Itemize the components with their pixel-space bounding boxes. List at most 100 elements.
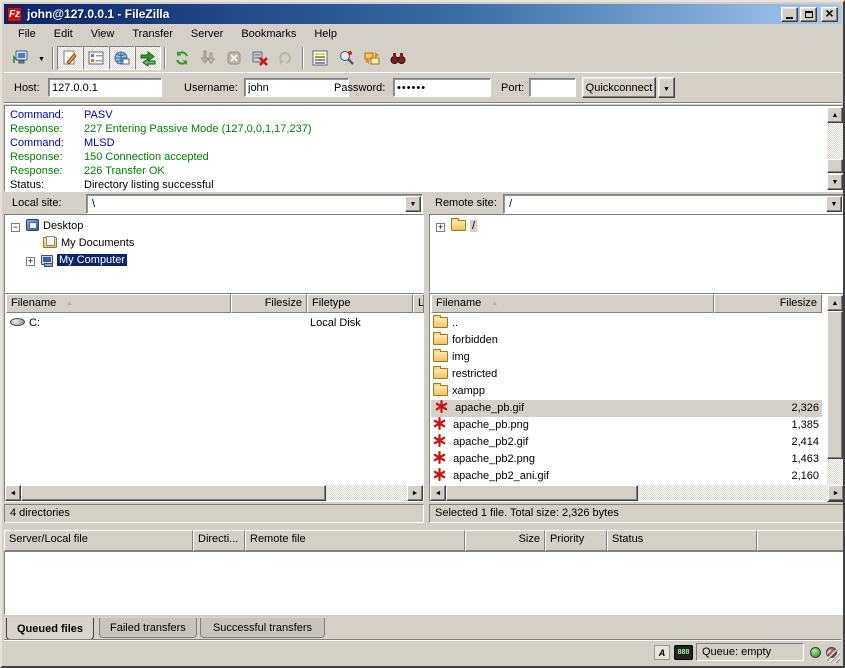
directory-comparison-button[interactable] (307, 46, 333, 70)
tree-item-my-documents[interactable]: My Documents (41, 235, 134, 252)
file-row[interactable]: forbidden (431, 332, 822, 349)
tree-item-desktop[interactable]: −Desktop (11, 218, 83, 235)
file-row[interactable]: restricted (431, 366, 822, 383)
reconnect-button[interactable] (273, 46, 299, 70)
disconnect-button[interactable] (247, 46, 273, 70)
scrollbar-track[interactable] (326, 485, 407, 501)
password-input[interactable] (393, 78, 491, 97)
scroll-up-button[interactable] (827, 295, 843, 311)
scrollbar-track[interactable] (827, 459, 843, 486)
menu-server[interactable]: Server (183, 26, 231, 42)
remote-status-text: Selected 1 file. Total size: 2,326 bytes (429, 504, 845, 523)
file-type: Local Disk (310, 315, 361, 332)
column-header-filesize[interactable]: Filesize (231, 294, 307, 313)
local-site-combo[interactable]: \ (86, 194, 423, 214)
menu-view[interactable]: View (83, 26, 123, 42)
chevron-down-icon[interactable] (405, 196, 421, 212)
scroll-left-button[interactable] (5, 485, 21, 501)
scrollbar-thumb[interactable] (21, 485, 326, 501)
toggle-message-log-button[interactable] (57, 46, 83, 70)
file-name: apache_pb.png (453, 419, 529, 431)
maximize-button[interactable] (800, 7, 817, 22)
close-button[interactable] (821, 7, 838, 22)
toggle-remote-tree-button[interactable] (109, 46, 135, 70)
column-header-filename[interactable]: Filename (431, 294, 714, 313)
site-manager-button[interactable] (8, 46, 34, 70)
menu-help[interactable]: Help (306, 26, 345, 42)
scrollbar-thumb[interactable] (827, 311, 843, 459)
minimize-button[interactable] (781, 7, 798, 22)
scroll-left-button[interactable] (430, 485, 446, 501)
synchronized-browsing-button[interactable] (359, 46, 385, 70)
column-header-server-local-file[interactable]: Server/Local file (4, 530, 193, 551)
file-row[interactable]: apache_pb2.gif 2,414 (431, 434, 822, 451)
file-size: 1,463 (715, 451, 819, 468)
menu-file[interactable]: File (10, 26, 44, 42)
quickconnect-dropdown-button[interactable] (658, 77, 675, 98)
file-row[interactable]: apache_pb2_ani.gif 2,160 (431, 468, 822, 485)
log-text: 226 Transfer OK (84, 164, 165, 178)
my-computer-icon (41, 255, 53, 265)
toggle-transfer-queue-button[interactable] (135, 46, 161, 70)
resize-grip[interactable] (827, 650, 840, 663)
tree-item-my-computer[interactable]: +My Computer (26, 252, 127, 269)
log-scrollbar-thumb[interactable] (827, 159, 843, 173)
find-files-button[interactable] (385, 46, 411, 70)
port-input[interactable] (529, 78, 576, 97)
column-label: Filename (11, 297, 56, 309)
scrollbar-thumb[interactable] (446, 485, 638, 501)
remote-file-list: Filename Filesize .. forbidden img restr… (429, 293, 845, 502)
remote-site-combo[interactable]: / (503, 194, 844, 214)
quickconnect-button[interactable]: Quickconnect (582, 77, 656, 98)
column-header-lastmodified[interactable]: L (413, 294, 424, 313)
file-row-c-drive[interactable]: C: Local Disk (8, 315, 422, 332)
toolbar-separator (52, 47, 54, 69)
column-header-direction[interactable]: Directi... (193, 530, 245, 551)
title-bar[interactable]: Fz john@127.0.0.1 - FileZilla (4, 4, 841, 24)
cancel-operation-button[interactable] (221, 46, 247, 70)
column-header-filetype[interactable]: Filetype (307, 294, 413, 313)
log-scroll-down-button[interactable] (827, 174, 843, 190)
speed-limits-icon[interactable]: 888 (674, 645, 693, 660)
column-label: Status (612, 533, 643, 545)
tab-successful-transfers[interactable]: Successful transfers (200, 618, 325, 638)
file-row[interactable]: apache_pb2.png 1,463 (431, 451, 822, 468)
collapse-icon[interactable]: − (11, 223, 20, 232)
refresh-button[interactable] (169, 46, 195, 70)
column-header-filename[interactable]: Filename (6, 294, 231, 313)
expand-icon[interactable]: + (26, 257, 35, 266)
expand-icon[interactable]: + (436, 223, 445, 232)
tab-failed-transfers[interactable]: Failed transfers (99, 618, 197, 638)
menu-edit[interactable]: Edit (46, 26, 81, 42)
log-label: Response: (10, 164, 63, 178)
file-row[interactable]: img (431, 349, 822, 366)
menu-bookmarks[interactable]: Bookmarks (233, 26, 304, 42)
column-header-priority[interactable]: Priority (545, 530, 607, 551)
column-header-filesize[interactable]: Filesize (714, 294, 822, 313)
toggle-local-tree-button[interactable] (83, 46, 109, 70)
scroll-right-button[interactable] (828, 485, 844, 501)
host-input[interactable] (48, 78, 162, 97)
menu-transfer[interactable]: Transfer (124, 26, 181, 42)
file-row[interactable]: .. (431, 315, 822, 332)
filename-filters-button[interactable] (333, 46, 359, 70)
file-row[interactable]: apache_pb.png 1,385 (431, 417, 822, 434)
chevron-down-icon[interactable] (826, 196, 842, 212)
toolbar (4, 44, 841, 73)
column-header-remote-file[interactable]: Remote file (245, 530, 465, 551)
file-row-selected[interactable]: apache_pb.gif 2,326 (431, 400, 822, 417)
process-queue-button[interactable] (195, 46, 221, 70)
scroll-right-button[interactable] (407, 485, 423, 501)
site-manager-dropdown-button[interactable] (34, 46, 49, 70)
column-header-status[interactable]: Status (607, 530, 757, 551)
column-header-size[interactable]: Size (465, 530, 545, 551)
log-line: Response: 226 Transfer OK (5, 164, 844, 178)
transfer-type-icon[interactable]: A (654, 645, 670, 660)
column-label: Priority (550, 533, 584, 545)
tree-item-root[interactable]: +/ (436, 218, 477, 235)
log-scroll-up-button[interactable] (827, 107, 843, 123)
queue-list-area[interactable] (4, 551, 845, 615)
file-row[interactable]: xampp (431, 383, 822, 400)
tab-queued-files[interactable]: Queued files (6, 618, 94, 640)
scrollbar-track[interactable] (638, 485, 828, 501)
